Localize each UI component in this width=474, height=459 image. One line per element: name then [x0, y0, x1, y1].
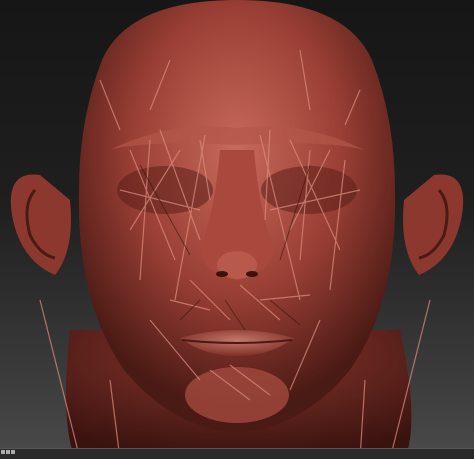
ear-right — [403, 174, 464, 275]
navigation-marker-icon[interactable] — [0, 449, 16, 455]
ear-left — [10, 174, 71, 275]
head-sculpt — [10, 0, 464, 459]
viewport-bottom-bar — [0, 448, 474, 459]
eye-socket-right — [261, 166, 357, 214]
sculpt-viewport[interactable] — [0, 0, 474, 459]
